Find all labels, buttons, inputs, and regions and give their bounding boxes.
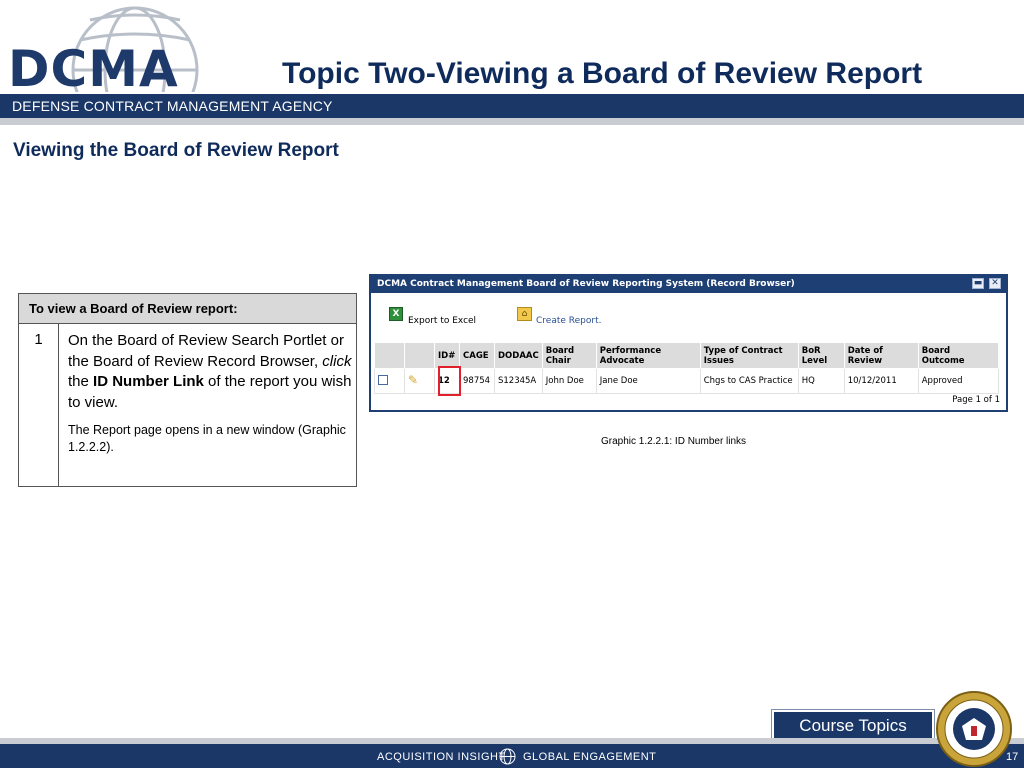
header-divider xyxy=(0,118,1024,125)
dcma-seal-icon xyxy=(936,691,1012,767)
column-header-board-chair[interactable]: Board Chair xyxy=(541,342,597,369)
agency-name: DEFENSE CONTRACT MANAGEMENT AGENCY xyxy=(12,98,333,114)
dcma-logo: DCMA xyxy=(8,40,179,98)
table-header-row: ID# CAGE DODAAC Board Chair Performance … xyxy=(374,342,1000,369)
footer-tagline-left: ACQUISITION INSIGHT xyxy=(377,751,506,763)
column-header-date-of-review[interactable]: Date of Review xyxy=(843,342,919,369)
date-of-review-cell: 10/12/2011 xyxy=(843,368,919,394)
select-cell xyxy=(374,368,405,394)
create-report-icon[interactable]: ⌂ xyxy=(517,307,532,321)
page-title: Topic Two-Viewing a Board of Review Repo… xyxy=(282,57,923,90)
cage-cell: 98754 xyxy=(459,368,495,394)
globe-icon xyxy=(499,748,516,765)
dodaac-cell: S12345A xyxy=(494,368,543,394)
section-heading: Viewing the Board of Review Report xyxy=(13,140,339,161)
step-text-part: the xyxy=(68,373,94,390)
column-header-id[interactable]: ID# xyxy=(434,342,460,369)
pager: Page 1 of 1 xyxy=(952,395,1000,405)
column-header-board-outcome[interactable]: Board Outcome xyxy=(917,342,1000,369)
step-note: The Report page opens in a new window (G… xyxy=(68,423,346,454)
window-title: DCMA Contract Management Board of Review… xyxy=(377,279,795,289)
footer-tagline-right: GLOBAL ENGAGEMENT xyxy=(523,751,657,763)
instruction-step-row: 1 On the Board of Review Search Portlet … xyxy=(19,324,356,486)
step-text: On the Board of Review Search Portlet or… xyxy=(68,331,352,456)
edit-cell: ✎ xyxy=(404,368,435,394)
create-report-link[interactable]: Create Report. xyxy=(536,316,601,327)
window-title-bar: DCMA Contract Management Board of Review… xyxy=(371,276,1006,293)
table-row: ✎ 12 98754 S12345A John Doe Jane Doe Chg… xyxy=(374,368,1000,394)
contract-issue-cell: Chgs to CAS Practice xyxy=(699,368,799,394)
column-header-performance-advocate[interactable]: Performance Advocate xyxy=(595,342,701,369)
board-outcome-cell: Approved xyxy=(917,368,1000,394)
bor-level-cell: HQ xyxy=(797,368,845,394)
page-number: 17 xyxy=(1006,751,1019,763)
close-icon[interactable]: ✕ xyxy=(989,278,1001,289)
id-highlight-box xyxy=(438,366,461,396)
row-checkbox[interactable] xyxy=(378,374,388,385)
column-header-dodaac[interactable]: DODAAC xyxy=(494,342,543,369)
step-click-word: click xyxy=(322,352,352,370)
record-browser-screenshot: DCMA Contract Management Board of Review… xyxy=(369,274,1008,412)
graphic-caption: Graphic 1.2.2.1: ID Number links xyxy=(601,436,747,447)
column-header-edit xyxy=(404,342,435,369)
step-bold-term: ID Number Link xyxy=(93,373,204,390)
instruction-table-header: To view a Board of Review report: xyxy=(19,294,356,324)
performance-advocate-cell: Jane Doe xyxy=(595,368,701,394)
column-header-bor-level[interactable]: BoR Level xyxy=(797,342,845,369)
export-to-excel-link[interactable]: Export to Excel xyxy=(408,316,476,327)
minimize-icon[interactable]: ▬ xyxy=(972,278,984,289)
step-number: 1 xyxy=(19,324,59,486)
excel-icon[interactable]: X xyxy=(389,307,403,321)
instruction-table: To view a Board of Review report: 1 On t… xyxy=(18,293,357,487)
step-text-part: On the Board of Review Search Portlet or… xyxy=(68,332,344,370)
pencil-edit-icon[interactable]: ✎ xyxy=(408,374,418,386)
column-header-cage[interactable]: CAGE xyxy=(459,342,495,369)
column-header-contract-issues[interactable]: Type of Contract Issues xyxy=(699,342,799,369)
column-header-select xyxy=(374,342,405,369)
board-chair-cell: John Doe xyxy=(541,368,597,394)
record-table: ID# CAGE DODAAC Board Chair Performance … xyxy=(374,342,1000,394)
